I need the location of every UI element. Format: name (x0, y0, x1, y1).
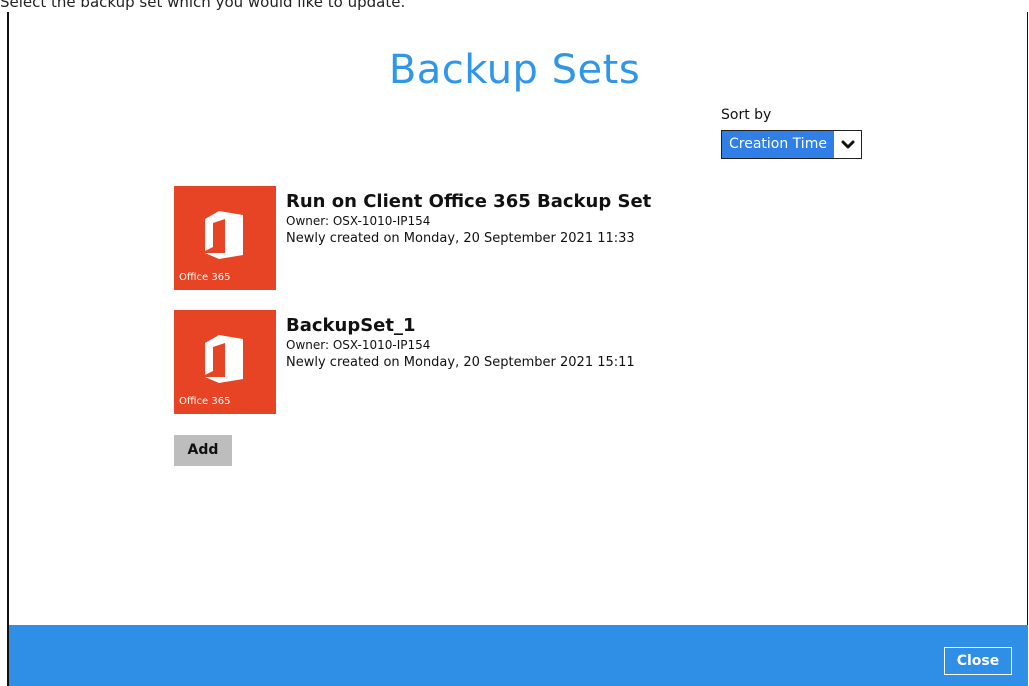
backup-set-owner: Owner: OSX-1010-IP154 (286, 214, 431, 228)
footer-bar (9, 625, 1028, 686)
office365-icon (205, 335, 243, 383)
sort-selected-value[interactable]: Creation Time (722, 131, 834, 158)
backup-set-item[interactable]: Office 365 Run on Client Office 365 Back… (174, 186, 651, 290)
page-title: Backup Sets (388, 47, 641, 93)
office365-tile[interactable]: Office 365 (174, 186, 276, 290)
office365-icon (205, 211, 243, 259)
instruction-text: Select the backup set which you would li… (0, 0, 406, 11)
add-button[interactable]: Add (174, 435, 232, 466)
close-button[interactable]: Close (944, 647, 1012, 675)
backup-set-details: Run on Client Office 365 Backup Set Owne… (286, 186, 651, 290)
backup-set-item[interactable]: Office 365 BackupSet_1 Owner: OSX-1010-I… (174, 310, 635, 414)
backup-set-created: Newly created on Monday, 20 September 20… (286, 231, 635, 246)
tile-label: Office 365 (179, 272, 231, 283)
backup-set-owner: Owner: OSX-1010-IP154 (286, 338, 431, 352)
sort-by-label: Sort by (721, 107, 772, 123)
backup-set-name[interactable]: Run on Client Office 365 Backup Set (286, 191, 651, 213)
backup-set-name[interactable]: BackupSet_1 (286, 315, 635, 337)
backup-set-details: BackupSet_1 Owner: OSX-1010-IP154 Newly … (286, 310, 635, 414)
chevron-down-icon[interactable] (834, 131, 861, 158)
backup-set-created: Newly created on Monday, 20 September 20… (286, 355, 635, 370)
office365-tile[interactable]: Office 365 (174, 310, 276, 414)
sort-by-select[interactable]: Creation Time (721, 130, 862, 159)
tile-label: Office 365 (179, 396, 231, 407)
